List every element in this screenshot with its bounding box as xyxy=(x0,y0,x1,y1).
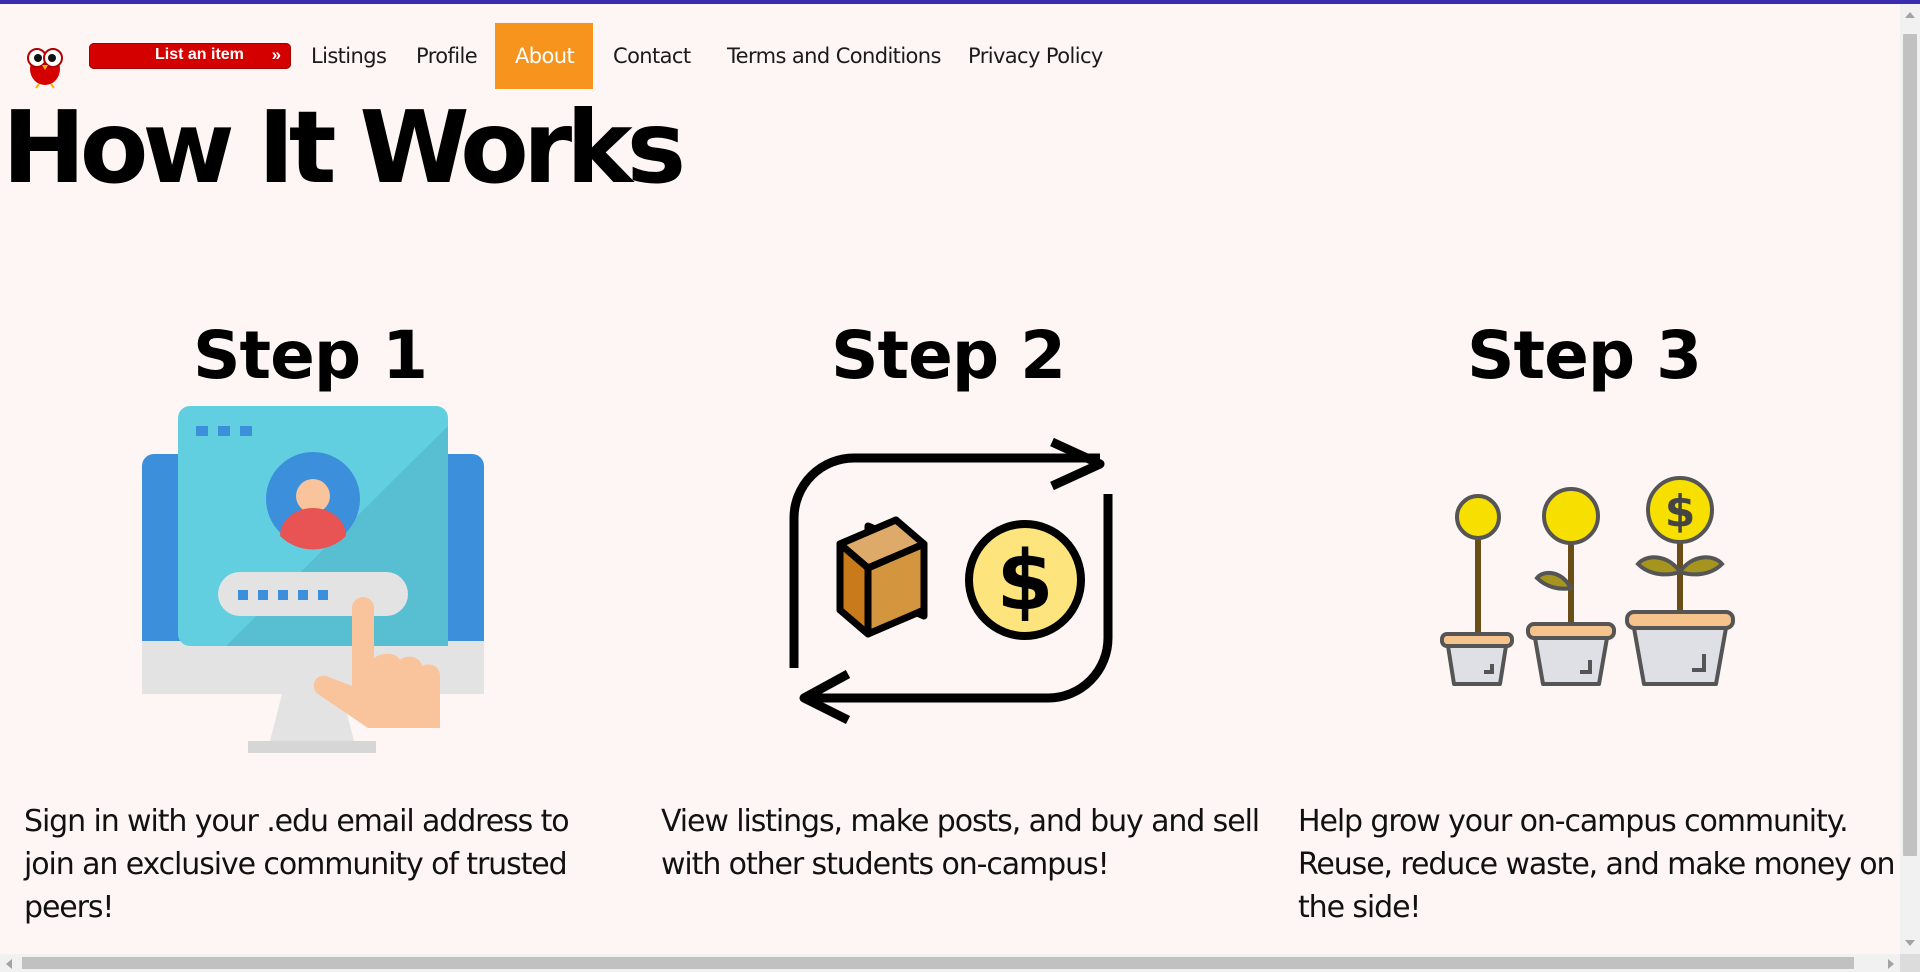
nav-profile[interactable]: Profile xyxy=(396,23,497,89)
step-3-title: Step 3 xyxy=(1467,317,1702,394)
svg-text:$: $ xyxy=(996,534,1053,629)
svg-text:$: $ xyxy=(1665,486,1696,537)
list-an-item-label: List an item xyxy=(155,46,244,63)
scroll-right-arrow-icon[interactable] xyxy=(1888,959,1894,969)
step-1-description: Sign in with your .edu email address to … xyxy=(24,804,570,925)
step-2-description: View listings, make posts, and buy and s… xyxy=(661,804,1260,882)
nav-contact[interactable]: Contact xyxy=(593,23,711,89)
horizontal-scroll-thumb[interactable] xyxy=(22,957,1854,969)
vertical-scroll-thumb[interactable] xyxy=(1903,34,1917,856)
scroll-left-arrow-icon[interactable] xyxy=(6,959,12,969)
chevron-right-double-icon: ›› xyxy=(271,45,281,64)
owl-logo-icon[interactable] xyxy=(20,39,70,89)
list-an-item-button[interactable]: List an item ›› xyxy=(89,43,291,69)
step-2-title: Step 2 xyxy=(831,317,1066,394)
horizontal-scrollbar[interactable] xyxy=(0,954,1900,972)
step-1-title: Step 1 xyxy=(193,317,428,394)
vertical-scrollbar[interactable] xyxy=(1900,4,1920,954)
step-3-description: Help grow your on-campus community. Reus… xyxy=(1298,804,1896,925)
nav-listings[interactable]: Listings xyxy=(291,23,406,89)
main-navbar: List an item ›› Listings Profile About C… xyxy=(0,23,1150,89)
nav-about[interactable]: About xyxy=(495,23,593,89)
scroll-down-arrow-icon[interactable] xyxy=(1905,940,1915,946)
money-plant-growth-icon: $ xyxy=(1440,476,1735,686)
login-computer-icon xyxy=(142,406,484,753)
scroll-up-arrow-icon[interactable] xyxy=(1905,12,1915,18)
nav-terms-and-conditions[interactable]: Terms and Conditions xyxy=(707,23,961,89)
page-title: How It Works xyxy=(2,89,686,206)
scrollbar-corner xyxy=(1900,954,1920,972)
top-accent-line xyxy=(0,0,1920,4)
nav-privacy-policy[interactable]: Privacy Policy xyxy=(948,23,1123,89)
exchange-box-dollar-icon: $ xyxy=(789,438,1113,725)
